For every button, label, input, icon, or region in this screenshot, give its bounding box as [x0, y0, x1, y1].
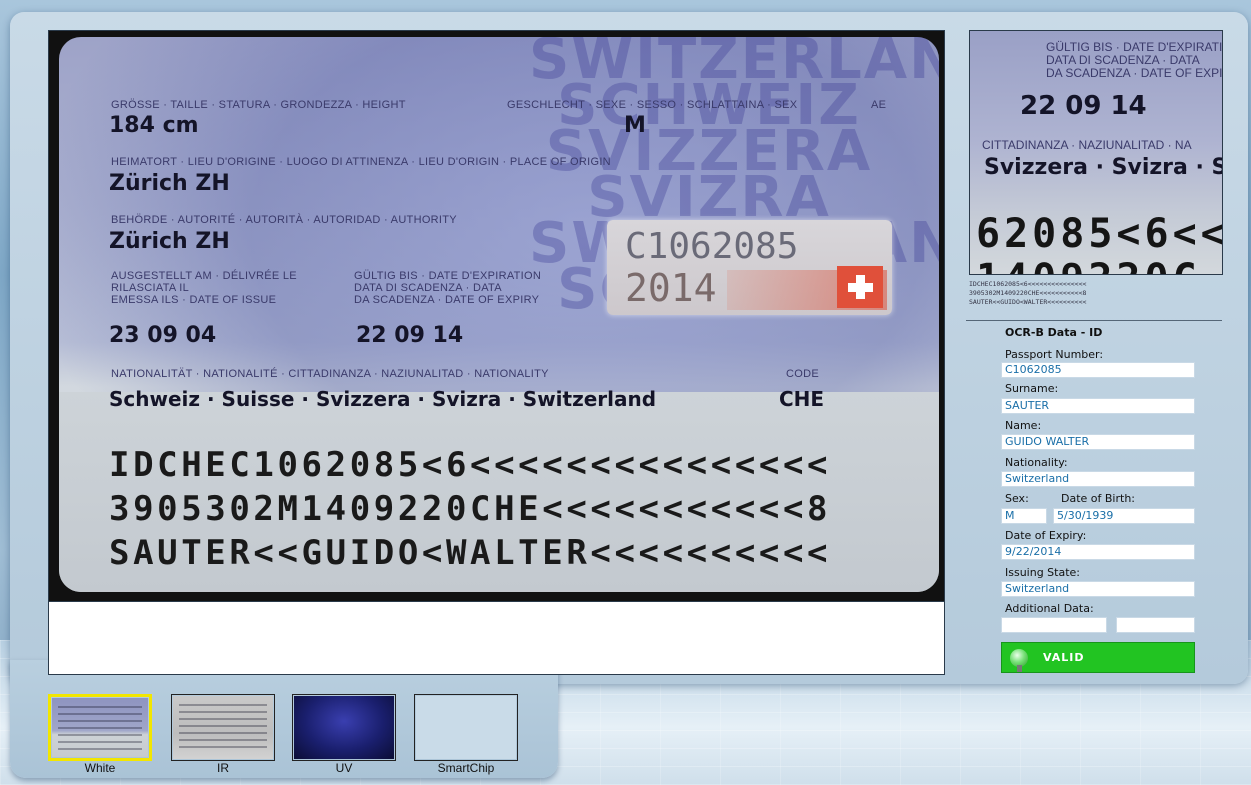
surname-field[interactable]: SAUTER	[1001, 398, 1195, 414]
ae-label: AE	[871, 99, 887, 111]
thumb-smartchip[interactable]	[414, 694, 518, 761]
plate-year: 2014	[625, 266, 717, 310]
mrz-line-1: IDCHEC1062085<6<<<<<<<<<<<<<<<	[109, 445, 832, 485]
thumb-uv[interactable]	[292, 694, 396, 761]
authority-value: Zürich ZH	[109, 229, 230, 254]
dob-field[interactable]: 5/30/1939	[1053, 508, 1195, 524]
swiss-flag-icon	[837, 266, 883, 308]
thumb-smartchip-image	[416, 696, 516, 759]
issue-label: AUSGESTELLT AM · DÉLIVRÉE LE	[111, 270, 297, 282]
mini-mrz-line: 3905302M1409220CHE<<<<<<<<<<<8	[969, 289, 1087, 297]
sex-value: M	[624, 113, 646, 138]
document-view[interactable]: SWITZERLAND SCHWEIZ SVIZZERA SVIZRA SWIT…	[48, 30, 945, 675]
surname-label: Surname:	[1005, 382, 1059, 395]
expiry-label: Date of Expiry:	[1005, 529, 1087, 542]
plate-number: C1062085	[625, 226, 799, 267]
nationality-value: Schweiz · Suisse · Svizzera · Svizra · S…	[109, 387, 657, 411]
thumb-white-image	[52, 698, 148, 757]
zoom-expiry-value: 22 09 14	[1020, 91, 1147, 121]
nationality-label: NATIONALITÄT · NATIONALITÉ · CITTADINANZ…	[111, 368, 549, 380]
dob-label: Date of Birth:	[1061, 492, 1136, 505]
expiry-field[interactable]: 9/22/2014	[1001, 544, 1195, 560]
panel-divider	[966, 320, 1222, 321]
expiry-label: GÜLTIG BIS · DATE D'EXPIRATION	[354, 270, 542, 282]
height-value: 184 cm	[109, 113, 199, 138]
code-label: CODE	[786, 368, 819, 380]
ocr-title: OCR-B Data - ID	[1005, 326, 1103, 339]
sex-label: GESCHLECHT · SEXE · SESSO · SCHLATTAINA …	[507, 99, 798, 111]
issue-label: EMESSA ILS · DATE OF ISSUE	[111, 294, 277, 306]
mini-mrz-line: SAUTER<<GUIDO<WALTER<<<<<<<<<<	[969, 298, 1087, 306]
additional-data-field-1[interactable]	[1001, 617, 1107, 633]
zoom-view: GÜLTIG BIS · DATE D'EXPIRATION DATA DI S…	[969, 30, 1223, 275]
kinegram-plate: C1062085 2014	[607, 220, 892, 315]
zoom-expiry-label: DA SCADENZA · DATE OF EXPIRY	[1046, 66, 1223, 80]
nationality-field[interactable]: Switzerland	[1001, 471, 1195, 487]
height-label: GRÖSSE · TAILLE · STATURA · GRONDEZZA · …	[111, 99, 406, 111]
code-value: CHE	[779, 387, 825, 411]
zoom-mrz-line-1: 62085<6<<	[976, 211, 1223, 257]
valid-label: VALID	[1043, 651, 1085, 664]
expiry-label: DATA DI SCADENZA · DATA	[354, 282, 502, 294]
thumb-ir-image	[173, 696, 273, 759]
origin-label: HEIMATORT · LIEU D'ORIGINE · LUOGO DI AT…	[111, 156, 611, 168]
name-label: Name:	[1005, 419, 1042, 432]
thumb-ir[interactable]	[171, 694, 275, 761]
document-image: SWITZERLAND SCHWEIZ SVIZZERA SVIZRA SWIT…	[49, 31, 944, 601]
mrz-line-2: 3905302M1409220CHE<<<<<<<<<<<8	[109, 489, 832, 529]
origin-value: Zürich ZH	[109, 171, 230, 196]
issuing-state-field[interactable]: Switzerland	[1001, 581, 1195, 597]
additional-data-label: Additional Data:	[1005, 602, 1094, 615]
name-field[interactable]: GUIDO WALTER	[1001, 434, 1195, 450]
thumb-ir-label: IR	[217, 761, 229, 775]
card-watermark: SWITZERLAND SCHWEIZ SVIZZERA SVIZRA SWIT…	[529, 37, 939, 367]
mini-mrz-preview: IDCHEC1062085<6<<<<<<<<<<<<<<< 3905302M1…	[969, 280, 1086, 307]
id-card: SWITZERLAND SCHWEIZ SVIZZERA SVIZRA SWIT…	[59, 37, 939, 592]
nationality-label: Nationality:	[1005, 456, 1068, 469]
expiry-label: DA SCADENZA · DATE OF EXPIRY	[354, 294, 540, 306]
lightbulb-icon	[1010, 649, 1028, 672]
thumb-white-label: White	[84, 761, 116, 775]
mrz-line-3: SAUTER<<GUIDO<WALTER<<<<<<<<<<	[109, 533, 832, 573]
thumb-uv-label: UV	[335, 761, 353, 775]
passport-number-label: Passport Number:	[1005, 348, 1104, 361]
zoom-nationality-label: CITTADINANZA · NAZIUNALITAD · NA	[982, 138, 1192, 152]
passport-number-field[interactable]: C1062085	[1001, 362, 1195, 378]
zoom-mrz-line-2: 1409220C	[976, 256, 1201, 274]
additional-data-field-2[interactable]	[1116, 617, 1195, 633]
thumb-uv-image	[294, 696, 394, 759]
thumb-white[interactable]	[48, 694, 152, 761]
zoom-nationality-value: Svizzera · Svizra · Sw	[984, 155, 1223, 180]
document-footer-area	[49, 601, 944, 674]
authority-label: BEHÖRDE · AUTORITÉ · AUTORITÀ · AUTORIDA…	[111, 214, 457, 226]
issue-label: RILASCIATA IL	[111, 282, 190, 294]
issuing-state-label: Issuing State:	[1005, 566, 1081, 579]
expiry-date-value: 22 09 14	[356, 323, 464, 348]
valid-status-button[interactable]: VALID	[1001, 642, 1195, 673]
thumb-smartchip-label: SmartChip	[437, 761, 495, 775]
issue-date-value: 23 09 04	[109, 323, 217, 348]
mini-mrz-line: IDCHEC1062085<6<<<<<<<<<<<<<<<	[969, 280, 1087, 288]
sex-label: Sex:	[1005, 492, 1029, 505]
sex-field[interactable]: M	[1001, 508, 1047, 524]
